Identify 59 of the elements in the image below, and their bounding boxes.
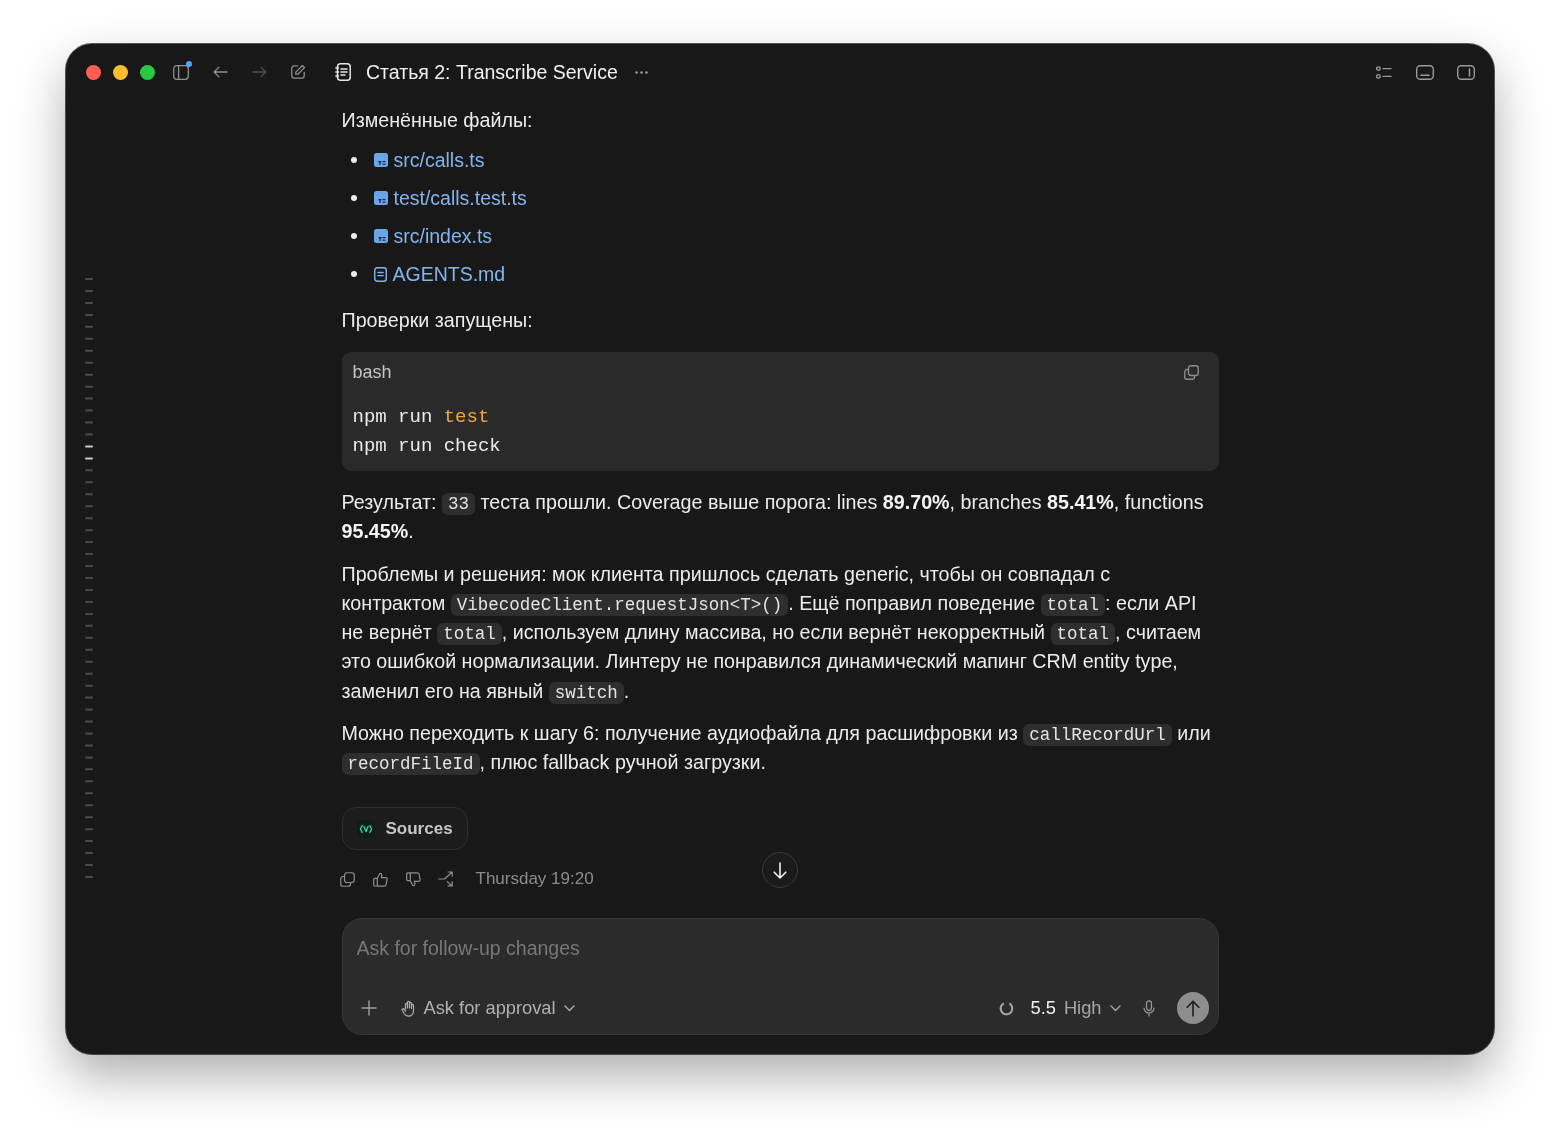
copy-button[interactable]	[338, 870, 357, 889]
bullet-icon	[350, 157, 357, 164]
copy-button[interactable]	[1182, 363, 1201, 382]
code-file-icon	[373, 191, 388, 206]
model-dropdown[interactable]: 5.5 High	[1030, 997, 1121, 1019]
code-file-icon	[373, 153, 388, 168]
scroll-down-button[interactable]	[762, 852, 798, 888]
code-line: npm run check	[352, 434, 502, 459]
copy-icon	[1184, 365, 1199, 380]
thumbs-up-icon	[373, 871, 388, 887]
arrow-right-icon	[251, 66, 267, 78]
file-link[interactable]: test/calls.test.ts	[373, 185, 527, 212]
sources-button[interactable]: Sources	[341, 807, 468, 851]
panel-right-icon	[1457, 64, 1475, 80]
file-link[interactable]: AGENTS.md	[373, 261, 506, 288]
panel-bottom-icon	[1416, 64, 1434, 80]
like-button[interactable]	[371, 870, 390, 889]
file-link[interactable]: src/index.ts	[373, 223, 493, 250]
bullet-icon	[350, 195, 357, 202]
arrow-left-icon	[212, 66, 228, 78]
message-paragraph: Проверки запущены:	[341, 308, 534, 334]
close-button[interactable]	[86, 64, 101, 80]
sidebar-icon	[173, 64, 189, 80]
arrow-up-icon	[1185, 999, 1200, 1017]
message-timestamp: Thursday 19:20	[475, 869, 594, 890]
document-icon	[373, 266, 387, 282]
file-link[interactable]: src/calls.ts	[373, 147, 485, 174]
send-button[interactable]	[1176, 992, 1209, 1024]
dislike-button[interactable]	[404, 870, 423, 889]
message-paragraph: Проблемы и решения: мок клиента пришлось сделать generic, чтобы он совпадал с контрактом VibecodeClient.requestJson<T>() . Ещё поправил поведение total : если API не вернёт total , используем длину массива, но если вернёт некорректный total , считаем это ошибкой нормализации. Линтеру не понравился динамический мапинг CRM entity type, заменил его на явный switch .	[341, 561, 1203, 706]
code-file-icon	[373, 229, 388, 244]
brackets-icon	[356, 819, 375, 838]
split-arrow-icon	[438, 871, 455, 888]
list-icon	[1376, 65, 1392, 79]
fork-button[interactable]	[437, 870, 456, 889]
code-line: npm run test	[352, 405, 491, 430]
plus-icon	[360, 1000, 377, 1016]
message-paragraph: Результат: 33 теста прошли. Coverage выше порога: lines 89.70%, branches 85.41%, functions 95.45%.	[341, 490, 1205, 545]
zoom-button[interactable]	[140, 64, 155, 80]
arrow-down-icon	[773, 861, 787, 879]
window-title: Статья 2: Transcribe Service	[366, 60, 618, 84]
message-paragraph: Можно переходить к шагу 6: получение аудиофайла для расшифровки из callRecordUrl или recordFileId , плюс fallback ручной загрузки.	[341, 720, 1212, 777]
microphone-icon	[1142, 999, 1155, 1017]
minimize-button[interactable]	[113, 64, 128, 80]
document-icon	[335, 63, 351, 81]
message-paragraph: Изменённые файлы:	[341, 108, 534, 133]
bullet-icon	[350, 271, 357, 278]
ring-icon	[999, 1000, 1015, 1016]
pencil-square-icon	[290, 64, 306, 80]
more-icon	[635, 70, 649, 74]
thumbs-down-icon	[406, 871, 421, 887]
message-input[interactable]: Ask for follow-up changes	[356, 933, 868, 963]
code-language-label: bash	[352, 362, 392, 383]
copy-icon	[340, 871, 355, 887]
chevron-down-icon	[1109, 1004, 1121, 1012]
hand-icon	[400, 999, 416, 1017]
chevron-down-icon	[563, 1004, 575, 1012]
bullet-icon	[350, 233, 357, 240]
approval-dropdown[interactable]: Ask for approval	[400, 997, 575, 1019]
